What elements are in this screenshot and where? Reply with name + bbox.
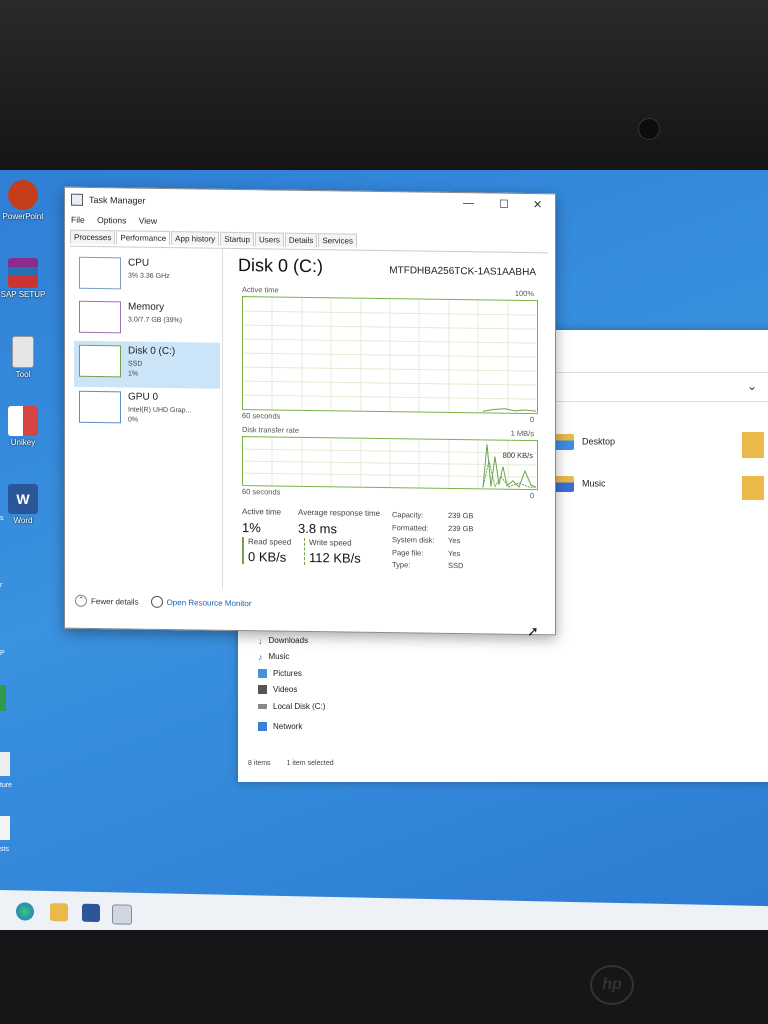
resource-gpu-0[interactable]: GPU 0 Intel(R) UHD Grap... 0%	[74, 387, 220, 435]
resource-disk-0[interactable]: Disk 0 (C:) SSD 1%	[74, 340, 220, 389]
tab-services[interactable]: Services	[318, 233, 358, 248]
music-icon: ♪	[258, 652, 263, 663]
tool-icon	[12, 336, 34, 368]
chevron-up-icon: ⌃	[75, 594, 87, 607]
nav-videos[interactable]: Videos	[258, 682, 325, 699]
powerpoint-icon	[8, 180, 38, 210]
excel-icon[interactable]	[0, 685, 6, 711]
laptop-bezel-top	[0, 0, 768, 175]
desktop-icon-word[interactable]: W Word	[0, 484, 46, 525]
tab-users[interactable]: Users	[254, 232, 284, 247]
desktop-edge-label: s	[0, 515, 4, 522]
read-speed-value: 0 KB/s	[248, 549, 287, 565]
folder-desktop[interactable]: Desktop	[554, 434, 615, 450]
music-folder-icon	[554, 476, 574, 492]
explorer-icon[interactable]	[50, 903, 68, 922]
memory-mini-graph	[79, 300, 121, 334]
desktop-folder-icon	[554, 434, 574, 450]
disk-title: Disk 0 (C:)	[238, 254, 323, 277]
mouse-cursor-icon: ➚	[527, 623, 539, 639]
webcam	[638, 118, 660, 140]
active-time-graph	[242, 296, 538, 415]
nav-local-disk[interactable]: Local Disk (C:)	[258, 698, 325, 715]
task-manager-icon	[71, 193, 83, 206]
status-bar: 8 items 1 item selected	[248, 760, 334, 767]
nav-pictures[interactable]: Pictures	[258, 665, 325, 682]
task-manager-icon[interactable]	[112, 904, 132, 925]
nav-music[interactable]: ♪ Music	[258, 649, 325, 666]
tab-processes[interactable]: Processes	[70, 229, 116, 245]
active-time-chart	[243, 297, 537, 413]
folder-icon[interactable]	[742, 432, 764, 458]
folder-icon[interactable]	[742, 476, 764, 500]
write-speed-value: 112 KB/s	[309, 549, 361, 566]
resource-cpu[interactable]: CPU 3% 3.36 GHz	[74, 253, 220, 301]
desktop-icon-powerpoint[interactable]: PowerPoint	[0, 180, 46, 221]
resource-memory[interactable]: Memory 3.0/7.7 GB (39%)	[74, 297, 220, 345]
cpu-mini-graph	[79, 256, 121, 290]
performance-panel: CPU 3% 3.36 GHz Memory 3.0/7.7 GB (39%) …	[70, 245, 548, 594]
word-icon: W	[8, 484, 38, 514]
menu-view[interactable]: View	[139, 216, 157, 226]
tab-app-history[interactable]: App history	[171, 231, 220, 246]
pictures-icon	[258, 668, 267, 678]
fewer-details-button[interactable]: ⌃ Fewer details	[75, 594, 139, 608]
network-icon	[258, 722, 267, 732]
desktop-edge-label: sts	[0, 846, 9, 853]
gpu-mini-graph	[79, 390, 121, 424]
maximize-icon[interactable]: ☐	[499, 198, 509, 211]
footer: ⌃ Fewer details Open Resource Monitor	[75, 594, 252, 609]
active-time-value: 1%	[242, 520, 261, 536]
word-icon[interactable]	[82, 903, 100, 923]
desktop-edge-label: P	[0, 650, 5, 657]
minimize-icon[interactable]: —	[463, 197, 474, 209]
tab-details[interactable]: Details	[284, 232, 318, 248]
desktop-edge-label: r	[0, 582, 3, 589]
desktop-edge-label: ture	[0, 782, 13, 789]
tab-performance[interactable]: Performance	[116, 230, 171, 246]
menu-options[interactable]: Options	[97, 215, 126, 225]
drive-icon	[258, 703, 267, 709]
chevron-down-icon[interactable]: ⌄	[747, 379, 757, 393]
laptop-bezel-bottom	[0, 930, 768, 1024]
tab-bar: Processes Performance App history Startu…	[70, 229, 358, 248]
desktop-icon-unikey[interactable]: Unikey	[0, 406, 46, 447]
close-icon[interactable]: ✕	[533, 198, 542, 211]
unikey-icon	[8, 406, 38, 436]
disk-model: MTFDHBA256TCK-1AS1AABHA	[389, 265, 536, 279]
download-icon: ↓	[258, 635, 263, 646]
transfer-rate-graph: 800 KB/s	[242, 436, 538, 491]
disk-properties: Capacity: 239 GB Formatted: 239 GB System …	[392, 510, 474, 571]
avg-response-value: 3.8 ms	[298, 520, 338, 537]
winrar-icon	[8, 258, 38, 288]
resource-list: CPU 3% 3.36 GHz Memory 3.0/7.7 GB (39%) …	[70, 246, 223, 589]
address-bar[interactable]: ⌄	[548, 372, 768, 402]
task-manager-window[interactable]: Task Manager — ☐ ✕ File Options View Pro…	[64, 186, 556, 636]
title-bar: Task Manager	[71, 193, 146, 207]
disk-mini-graph	[79, 344, 121, 378]
tab-startup[interactable]: Startup	[220, 231, 254, 247]
folder-music[interactable]: Music	[554, 476, 606, 492]
app-icon[interactable]	[0, 752, 10, 776]
menu-bar: File Options View	[71, 215, 167, 226]
navigation-pane: ↓ Downloads ♪ Music Pictures Videos Local …	[258, 632, 325, 735]
open-resource-monitor-link[interactable]: Open Resource Monitor	[150, 595, 252, 609]
desktop-icon-sap-setup[interactable]: SAP SETUP	[0, 258, 46, 299]
resource-monitor-icon	[150, 595, 163, 608]
disk-detail: Disk 0 (C:) MTFDHBA256TCK-1AS1AABHA Acti…	[230, 249, 548, 593]
menu-file[interactable]: File	[71, 215, 85, 225]
desktop-icon-tool[interactable]: Tool	[0, 336, 46, 379]
edge-icon[interactable]	[16, 902, 34, 921]
hp-logo: hp	[590, 965, 634, 1005]
file-icon[interactable]	[0, 816, 10, 840]
nav-network[interactable]: Network	[258, 719, 325, 736]
nav-downloads[interactable]: ↓ Downloads	[258, 632, 325, 649]
transfer-rate-chart	[243, 437, 537, 489]
videos-icon	[258, 685, 267, 695]
